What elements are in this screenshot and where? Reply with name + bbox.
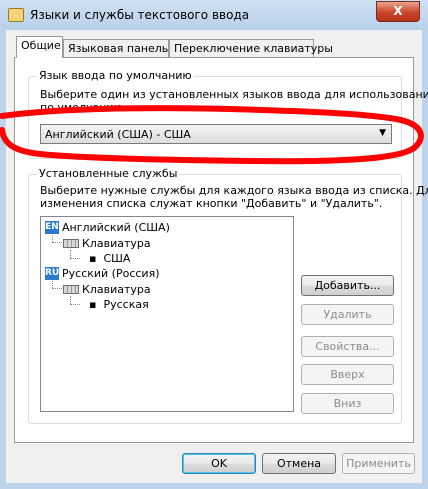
language-badge-en: EN bbox=[45, 221, 59, 234]
default-language-description-line1: Выберите один из установленных языков вв… bbox=[40, 88, 428, 101]
installed-services-tree[interactable]: EN Английский (США) Клавиатура ▪ США RU Ру… bbox=[40, 216, 294, 412]
tree-item-keyboard-ru-label: Клавиатура bbox=[82, 283, 151, 296]
cancel-button[interactable]: Отмена bbox=[262, 453, 336, 474]
tab-keyboard-switching[interactable]: Переключение клавиатуры bbox=[169, 39, 333, 57]
add-button[interactable]: Добавить... bbox=[301, 275, 394, 296]
apply-button[interactable]: Применить bbox=[342, 453, 415, 474]
tab-language-bar[interactable]: Языковая панель bbox=[63, 39, 169, 57]
tree-item-layout-en[interactable]: ▪ США bbox=[89, 252, 130, 265]
tree-connector bbox=[70, 250, 71, 258]
move-up-button[interactable]: Вверх bbox=[301, 364, 394, 385]
keyboard-icon bbox=[63, 285, 79, 294]
tab-general[interactable]: Общие bbox=[16, 36, 63, 58]
installed-services-description-line2: изменения списка служат кнопки "Добавить… bbox=[40, 197, 383, 210]
move-down-button[interactable]: Вниз bbox=[301, 393, 394, 414]
ok-button[interactable]: OK bbox=[182, 453, 256, 474]
default-language-description-line2: по умолчанию. bbox=[40, 101, 127, 114]
tree-connector bbox=[52, 235, 53, 242]
tree-item-language-ru-label: Русский (Россия) bbox=[62, 267, 160, 280]
close-button[interactable]: X bbox=[376, 1, 420, 22]
language-badge-ru: RU bbox=[45, 267, 60, 280]
chevron-down-icon: ▼ bbox=[379, 128, 386, 138]
bullet-icon: ▪ bbox=[89, 252, 104, 265]
tree-item-keyboard-en-label: Клавиатура bbox=[82, 237, 151, 250]
installed-services-description-line1: Выберите нужные службы для каждого языка… bbox=[40, 184, 428, 197]
tree-connector bbox=[70, 258, 80, 259]
tree-item-language-en[interactable]: EN Английский (США) bbox=[45, 221, 170, 234]
window-frame-bottom bbox=[0, 483, 428, 489]
tree-connector bbox=[52, 281, 53, 288]
window-title: Языки и службы текстового ввода bbox=[30, 8, 250, 22]
default-language-dropdown[interactable]: Английский (США) - США ▼ bbox=[40, 124, 392, 144]
tree-item-language-ru[interactable]: RU Русский (Россия) bbox=[45, 267, 160, 280]
remove-button[interactable]: Удалить bbox=[301, 304, 394, 325]
tree-connector bbox=[52, 242, 62, 243]
title-bar[interactable]: Языки и службы текстового ввода X bbox=[0, 0, 428, 30]
properties-button[interactable]: Свойства... bbox=[301, 336, 394, 357]
default-language-selected: Английский (США) - США bbox=[45, 128, 191, 141]
keyboard-icon bbox=[63, 239, 79, 248]
tree-connector bbox=[70, 296, 71, 304]
keyboard-app-icon bbox=[8, 8, 24, 22]
tree-item-keyboard-ru[interactable]: Клавиатура bbox=[63, 283, 151, 296]
tree-item-language-en-label: Английский (США) bbox=[62, 221, 170, 234]
tree-item-layout-ru-label: Русская bbox=[103, 298, 149, 311]
installed-services-group-title: Установленные службы bbox=[37, 167, 180, 180]
tree-connector bbox=[52, 288, 62, 289]
default-language-group-title: Язык ввода по умолчанию bbox=[37, 69, 194, 82]
tree-item-layout-ru[interactable]: ▪ Русская bbox=[89, 298, 149, 311]
tree-connector bbox=[70, 304, 80, 305]
tree-item-keyboard-en[interactable]: Клавиатура bbox=[63, 237, 151, 250]
bullet-icon: ▪ bbox=[89, 298, 104, 311]
tree-item-layout-en-label: США bbox=[103, 252, 131, 265]
